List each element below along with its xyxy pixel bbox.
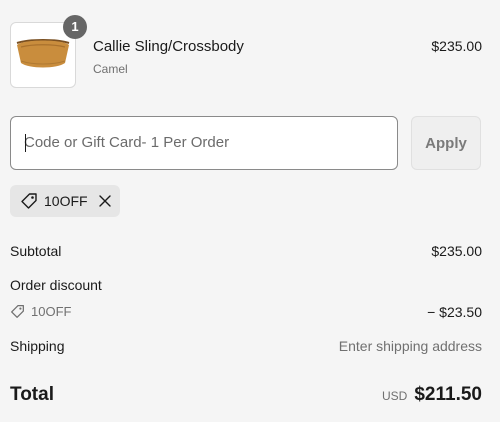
shipping-value: Enter shipping address — [338, 338, 482, 354]
product-name: Callie Sling/Crossbody — [93, 38, 244, 55]
shipping-label: Shipping — [10, 338, 65, 354]
subtotal-value: $235.00 — [431, 243, 482, 259]
product-price: $235.00 — [431, 38, 482, 54]
discount-code-input[interactable] — [11, 117, 384, 167]
text-caret — [25, 134, 26, 152]
total-amount: USD $211.50 — [382, 384, 482, 406]
discount-code-field[interactable] — [10, 116, 398, 170]
product-variant: Camel — [93, 62, 128, 76]
total-label: Total — [10, 384, 54, 405]
tag-icon — [10, 304, 25, 319]
discount-code-text: 10OFF — [31, 304, 72, 319]
discount-value: − $23.50 — [427, 304, 482, 320]
quantity-badge: 1 — [63, 15, 87, 39]
discount-code-line: 10OFF — [10, 304, 71, 319]
cart-line-item: 1 Callie Sling/Crossbody Camel $235.00 — [10, 15, 482, 90]
close-icon[interactable] — [98, 194, 112, 208]
order-discount-label: Order discount — [10, 277, 102, 293]
applied-discount-chip: 10OFF — [10, 185, 120, 217]
total-value: $211.50 — [414, 384, 482, 405]
applied-discount-code: 10OFF — [44, 193, 88, 209]
subtotal-label: Subtotal — [10, 243, 62, 259]
currency-code: USD — [382, 389, 408, 403]
product-thumbnail: 1 — [10, 15, 87, 88]
crossbody-bag-image — [16, 39, 70, 68]
apply-button[interactable]: Apply — [411, 116, 481, 170]
tag-icon — [20, 192, 38, 210]
